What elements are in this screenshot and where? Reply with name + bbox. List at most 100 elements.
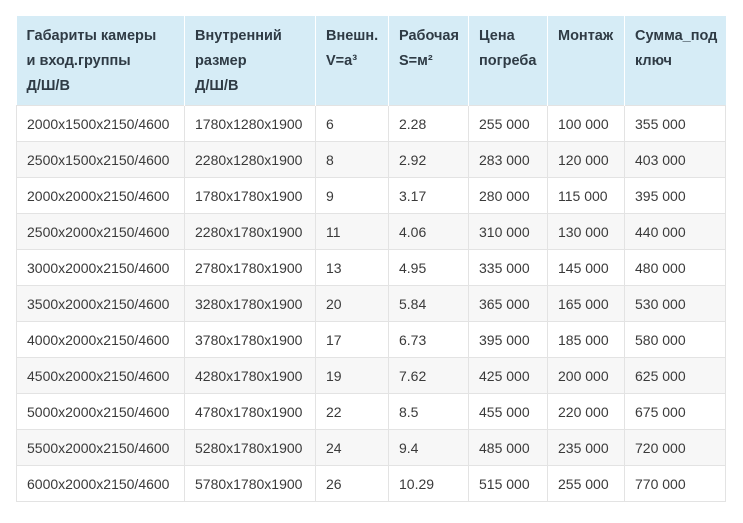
cell-work-area: 9.4 (388, 429, 469, 466)
cell-price: 280 000 (468, 177, 548, 214)
cell-installation: 235 000 (547, 429, 625, 466)
cell-outer-volume: 26 (315, 465, 389, 502)
table-row: 5500х2000х2150/4600 5280х1780х1900 24 9.… (16, 429, 726, 466)
cell-work-area: 2.28 (388, 105, 469, 142)
cell-outer-volume: 6 (315, 105, 389, 142)
cell-installation: 165 000 (547, 285, 625, 322)
header-line: Д/Ш/В (195, 78, 239, 94)
cell-inner-size: 2280х1780х1900 (184, 213, 316, 250)
table-row: 4500х2000х2150/4600 4280х1780х1900 19 7.… (16, 357, 726, 394)
table-row: 2500х1500х2150/4600 2280х1280х1900 8 2.9… (16, 141, 726, 178)
cell-outer-volume: 17 (315, 321, 389, 358)
cell-price: 283 000 (468, 141, 548, 178)
cell-total: 395 000 (624, 177, 726, 214)
cell-dimensions: 2500х2000х2150/4600 (16, 213, 185, 250)
cell-installation: 145 000 (547, 249, 625, 286)
cell-work-area: 3.17 (388, 177, 469, 214)
table-row: 2000х2000х2150/4600 1780х1780х1900 9 3.1… (16, 177, 726, 214)
cell-outer-volume: 11 (315, 213, 389, 250)
cell-outer-volume: 9 (315, 177, 389, 214)
cell-work-area: 4.95 (388, 249, 469, 286)
cell-price: 515 000 (468, 465, 548, 502)
cell-price: 335 000 (468, 249, 548, 286)
header-line: погреба (479, 53, 537, 69)
table-row: 6000х2000х2150/4600 5780х1780х1900 26 10… (16, 465, 726, 502)
header-installation: Монтаж (547, 16, 625, 106)
cell-total: 480 000 (624, 249, 726, 286)
header-line: Внешн. (326, 28, 379, 44)
cell-work-area: 5.84 (388, 285, 469, 322)
table-row: 3500х2000х2150/4600 3280х1780х1900 20 5.… (16, 285, 726, 322)
cell-total: 580 000 (624, 321, 726, 358)
cell-total: 625 000 (624, 357, 726, 394)
cell-total: 530 000 (624, 285, 726, 322)
header-line: и вход.группы (26, 53, 131, 69)
table-row: 2500х2000х2150/4600 2280х1780х1900 11 4.… (16, 213, 726, 250)
header-outer-volume: Внешн. V=a³ (315, 16, 389, 106)
price-table-container: Габариты камеры и вход.группы Д/Ш/В Внут… (16, 16, 726, 502)
cell-price: 365 000 (468, 285, 548, 322)
cell-price: 310 000 (468, 213, 548, 250)
cell-price: 485 000 (468, 429, 548, 466)
cell-installation: 200 000 (547, 357, 625, 394)
cell-installation: 220 000 (547, 393, 625, 430)
header-dimensions: Габариты камеры и вход.группы Д/Ш/В (16, 16, 185, 106)
header-line: Рабочая (399, 28, 459, 44)
cell-inner-size: 5780х1780х1900 (184, 465, 316, 502)
cell-work-area: 10.29 (388, 465, 469, 502)
cell-outer-volume: 20 (315, 285, 389, 322)
cell-installation: 115 000 (547, 177, 625, 214)
header-line: S=м² (399, 53, 433, 69)
cell-dimensions: 4500х2000х2150/4600 (16, 357, 185, 394)
header-line: размер (195, 53, 247, 69)
cell-dimensions: 4000х2000х2150/4600 (16, 321, 185, 358)
header-line: Сумма_под (635, 28, 718, 44)
header-total: Сумма_под ключ (624, 16, 726, 106)
cell-total: 675 000 (624, 393, 726, 430)
header-line: Д/Ш/В (26, 78, 70, 94)
header-line: Внутренний (195, 28, 282, 44)
cell-dimensions: 2000х2000х2150/4600 (16, 177, 185, 214)
cell-inner-size: 4780х1780х1900 (184, 393, 316, 430)
cell-dimensions: 3500х2000х2150/4600 (16, 285, 185, 322)
cell-outer-volume: 8 (315, 141, 389, 178)
header-line: V=a³ (326, 53, 358, 69)
cell-installation: 130 000 (547, 213, 625, 250)
header-row: Габариты камеры и вход.группы Д/Ш/В Внут… (16, 16, 726, 106)
cell-inner-size: 2280х1280х1900 (184, 141, 316, 178)
cell-outer-volume: 13 (315, 249, 389, 286)
cell-outer-volume: 24 (315, 429, 389, 466)
cell-inner-size: 5280х1780х1900 (184, 429, 316, 466)
cell-inner-size: 3280х1780х1900 (184, 285, 316, 322)
price-table: Габариты камеры и вход.группы Д/Ш/В Внут… (16, 16, 726, 502)
cell-dimensions: 2000х1500х2150/4600 (16, 105, 185, 142)
table-row: 5000х2000х2150/4600 4780х1780х1900 22 8.… (16, 393, 726, 430)
table-body: 2000х1500х2150/4600 1780х1280х1900 6 2.2… (16, 105, 726, 502)
cell-total: 440 000 (624, 213, 726, 250)
header-inner-size: Внутренний размер Д/Ш/В (184, 16, 316, 106)
cell-total: 355 000 (624, 105, 726, 142)
cell-installation: 255 000 (547, 465, 625, 502)
cell-outer-volume: 19 (315, 357, 389, 394)
cell-work-area: 7.62 (388, 357, 469, 394)
cell-inner-size: 1780х1280х1900 (184, 105, 316, 142)
cell-total: 403 000 (624, 141, 726, 178)
table-row: 3000х2000х2150/4600 2780х1780х1900 13 4.… (16, 249, 726, 286)
table-row: 4000х2000х2150/4600 3780х1780х1900 17 6.… (16, 321, 726, 358)
cell-inner-size: 4280х1780х1900 (184, 357, 316, 394)
cell-inner-size: 2780х1780х1900 (184, 249, 316, 286)
cell-dimensions: 2500х1500х2150/4600 (16, 141, 185, 178)
cell-dimensions: 3000х2000х2150/4600 (16, 249, 185, 286)
cell-work-area: 4.06 (388, 213, 469, 250)
cell-work-area: 6.73 (388, 321, 469, 358)
cell-price: 455 000 (468, 393, 548, 430)
header-line: ключ (635, 53, 672, 69)
cell-inner-size: 1780х1780х1900 (184, 177, 316, 214)
cell-work-area: 8.5 (388, 393, 469, 430)
cell-work-area: 2.92 (388, 141, 469, 178)
cell-price: 395 000 (468, 321, 548, 358)
cell-price: 255 000 (468, 105, 548, 142)
cell-installation: 100 000 (547, 105, 625, 142)
header-line: Габариты камеры (26, 28, 157, 44)
table-row: 2000х1500х2150/4600 1780х1280х1900 6 2.2… (16, 105, 726, 142)
